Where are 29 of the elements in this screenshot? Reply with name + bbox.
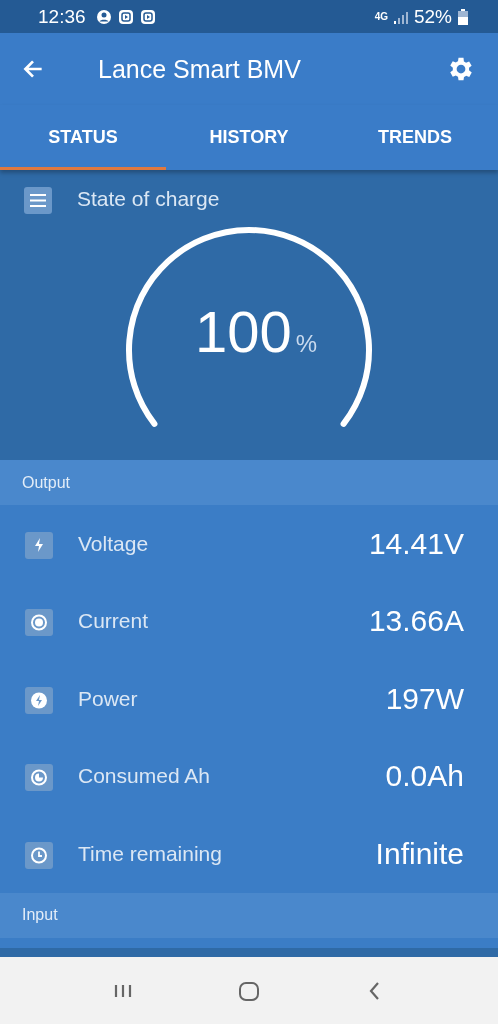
metric-value: 14.41V xyxy=(368,526,464,561)
metric-label: Current xyxy=(78,609,150,634)
metric-label: Time remaining xyxy=(78,841,223,866)
app-notification-icon xyxy=(117,8,134,25)
charge-unit: % xyxy=(295,330,318,358)
network-type: 4G xyxy=(374,11,388,22)
account-icon xyxy=(95,8,112,25)
screen-title: Lance Smart BMV xyxy=(98,54,302,84)
tab[interactable]: TRENDS xyxy=(332,105,498,170)
list-icon xyxy=(24,184,52,214)
section-label: State of charge xyxy=(77,187,220,211)
metric-value: 197W xyxy=(385,681,464,716)
section-header: Output xyxy=(0,460,498,505)
metric-label: Consumed Ah xyxy=(78,764,211,789)
metric-label: Power xyxy=(78,686,139,711)
tab[interactable]: HISTORY xyxy=(166,105,332,170)
signal-icon xyxy=(393,9,408,24)
target-icon xyxy=(25,606,53,637)
clock-time: 12:36 xyxy=(38,5,86,28)
battery-icon xyxy=(458,8,468,25)
battery-percent: 52% xyxy=(413,5,452,28)
section-header: Input xyxy=(0,892,498,938)
metric-value: 0.0Ah xyxy=(385,759,464,794)
moon-icon xyxy=(25,761,53,792)
charge-value: 100 xyxy=(194,298,292,365)
metric-value: 13.66A xyxy=(368,604,464,639)
metric-label: Voltage xyxy=(78,531,150,556)
metric-value: Infinite xyxy=(375,836,464,871)
app-notification-icon xyxy=(139,8,156,25)
